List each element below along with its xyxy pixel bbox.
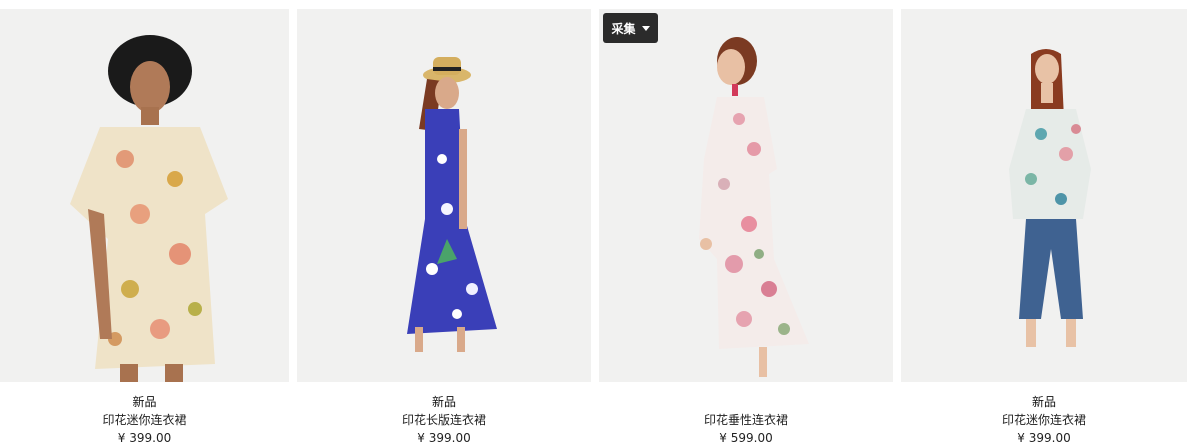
product-card[interactable]: 新品 印花长版连衣裙 ¥ 399.00 [297, 9, 591, 445]
product-info: 印花垂性连衣裙 ¥ 599.00 [599, 393, 893, 447]
product-grid: 新品 印花迷你连衣裙 ¥ 399.00 新品 印花长版连衣裙 ¥ 399.00 … [0, 0, 1197, 447]
product-info: 新品 印花长版连衣裙 ¥ 399.00 [297, 393, 591, 447]
model-floral-maxi-dress-illustration [599, 9, 893, 382]
model-floral-top-jeans-illustration [901, 9, 1187, 382]
product-price: ¥ 599.00 [719, 431, 773, 445]
product-price: ¥ 399.00 [117, 431, 172, 445]
product-info: 新品 印花迷你连衣裙 ¥ 399.00 [901, 393, 1187, 447]
product-image[interactable] [297, 9, 591, 382]
product-name[interactable]: 印花迷你连衣裙 [901, 411, 1187, 429]
product-card[interactable]: 印花垂性连衣裙 ¥ 599.00 [599, 9, 893, 445]
product-name[interactable]: 印花长版连衣裙 [297, 411, 591, 429]
caret-down-icon [641, 25, 650, 31]
product-card[interactable]: 新品 印花迷你连衣裙 ¥ 399.00 [901, 9, 1187, 445]
new-badge: 新品 [132, 395, 157, 409]
product-card[interactable]: 新品 印花迷你连衣裙 ¥ 399.00 [0, 9, 289, 445]
new-badge: 新品 [1031, 395, 1056, 409]
product-image[interactable] [0, 9, 289, 382]
product-price: ¥ 399.00 [417, 431, 471, 445]
product-name[interactable]: 印花垂性连衣裙 [599, 411, 893, 429]
new-badge: 新品 [431, 395, 456, 409]
product-image[interactable] [901, 9, 1187, 382]
product-info: 新品 印花迷你连衣裙 ¥ 399.00 [0, 393, 289, 447]
model-floral-long-dress-illustration [297, 9, 591, 382]
collect-button-label: 采集 [611, 21, 636, 36]
product-image[interactable] [599, 9, 893, 382]
model-floral-mini-dress-illustration [0, 9, 289, 382]
new-badge [599, 393, 893, 411]
product-name[interactable]: 印花迷你连衣裙 [0, 411, 289, 429]
collect-button[interactable]: 采集 [603, 13, 658, 43]
product-price: ¥ 399.00 [1017, 431, 1071, 445]
